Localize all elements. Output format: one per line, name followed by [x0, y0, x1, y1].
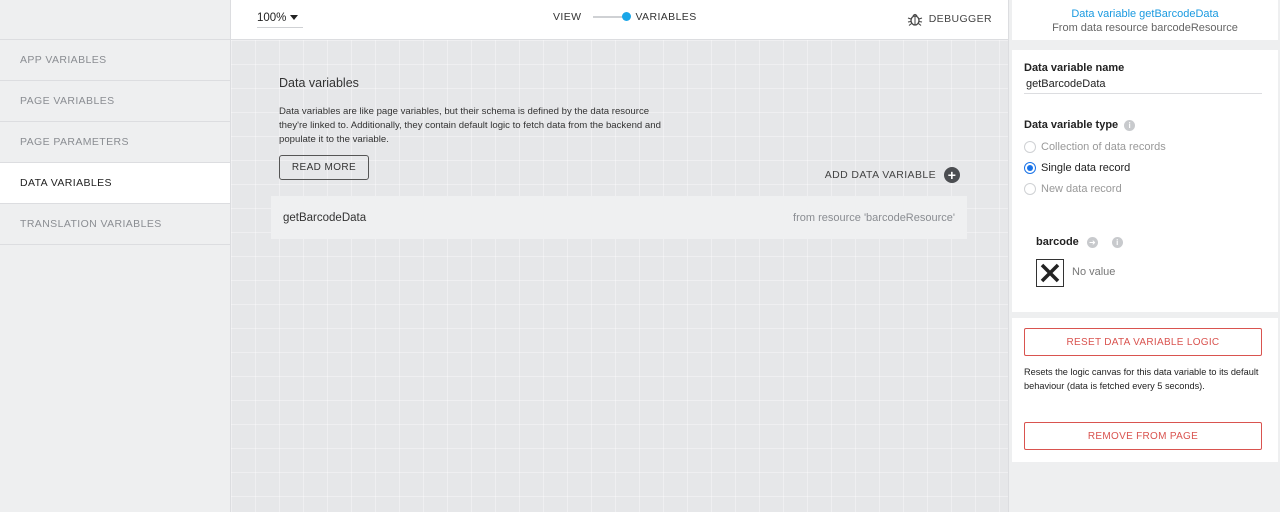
radio-label: Single data record — [1041, 162, 1131, 174]
toggle-label-variables[interactable]: VARIABLES — [635, 11, 696, 23]
sidebar-item-page-variables[interactable]: PAGE VARIABLES — [0, 81, 230, 122]
panel-header: Data variable getBarcodeData From data r… — [1012, 0, 1278, 40]
variable-settings-card: Data variable name Data variable type i … — [1012, 50, 1278, 312]
panel-title: Data variable getBarcodeData — [1071, 8, 1219, 20]
caret-down-icon — [290, 15, 299, 20]
radio-label: New data record — [1041, 183, 1122, 195]
toggle-knob — [622, 12, 632, 21]
info-icon[interactable]: i — [1124, 119, 1136, 131]
sidebar-item-app-variables[interactable]: APP VARIABLES — [0, 40, 230, 81]
data-variable-source: from resource 'barcodeResource' — [793, 211, 955, 224]
main-canvas: Data variables Data variables are like p… — [231, 40, 1008, 512]
zoom-select[interactable]: 100% — [257, 12, 303, 28]
radio-button[interactable] — [1024, 162, 1036, 174]
sidebar-item-data-variables[interactable]: DATA VARIABLES — [0, 163, 230, 204]
section-heading: Data variables — [279, 76, 359, 90]
debugger-label: DEBUGGER — [928, 13, 992, 25]
radio-single-data-record[interactable]: Single data record — [1024, 162, 1130, 174]
read-more-button[interactable]: READ MORE — [279, 155, 369, 180]
variables-sidebar: APP VARIABLES PAGE VARIABLES PAGE PARAME… — [0, 0, 231, 512]
plus-icon: + — [944, 167, 960, 183]
info-icon[interactable]: i — [1111, 236, 1123, 248]
data-variable-name: getBarcodeData — [283, 211, 367, 224]
radio-new-data-record[interactable]: New data record — [1024, 183, 1122, 195]
bug-icon — [907, 13, 922, 26]
variable-actions-card: RESET DATA VARIABLE LOGIC Resets the log… — [1012, 318, 1278, 462]
properties-panel: Data variable getBarcodeData From data r… — [1008, 0, 1280, 512]
close-icon — [1040, 263, 1060, 283]
variable-name-input[interactable] — [1024, 76, 1262, 94]
variable-type-label-row: Data variable type i — [1024, 119, 1136, 131]
top-bar: 100% VIEW VARIABLES DEBUGGER — [231, 0, 1008, 40]
debugger-button[interactable]: DEBUGGER — [907, 12, 992, 26]
clear-value-button[interactable] — [1036, 259, 1064, 287]
toggle-switch[interactable] — [593, 12, 632, 21]
data-variable-row[interactable]: getBarcodeData from resource 'barcodeRes… — [271, 196, 967, 239]
reset-logic-button[interactable]: RESET DATA VARIABLE LOGIC — [1024, 328, 1262, 356]
arrow-right-icon[interactable]: ➜ — [1086, 236, 1098, 248]
variable-name-label: Data variable name — [1024, 62, 1125, 74]
radio-collection-of-data-records[interactable]: Collection of data records — [1024, 141, 1166, 153]
reset-description: Resets the logic canvas for this data va… — [1024, 367, 1259, 391]
radio-button[interactable] — [1024, 141, 1036, 153]
sidebar-item-page-parameters[interactable]: PAGE PARAMETERS — [0, 122, 230, 163]
view-variables-toggle[interactable]: VIEW VARIABLES — [553, 11, 697, 23]
add-data-variable-label: ADD DATA VARIABLE — [824, 169, 936, 181]
barcode-field-label-row: barcode ➜ i — [1036, 236, 1123, 248]
remove-from-page-button[interactable]: REMOVE FROM PAGE — [1024, 422, 1262, 450]
radio-label: Collection of data records — [1041, 141, 1166, 153]
add-data-variable-button[interactable]: ADD DATA VARIABLE + — [825, 167, 960, 183]
variable-type-label: Data variable type — [1024, 119, 1119, 131]
barcode-field-label: barcode — [1036, 236, 1079, 248]
section-description: Data variables are like page variables, … — [279, 106, 661, 145]
toggle-label-view[interactable]: VIEW — [553, 11, 581, 23]
sidebar-top-spacer — [0, 0, 230, 40]
panel-subtitle: From data resource barcodeResource — [1052, 22, 1238, 34]
zoom-value: 100% — [257, 12, 287, 24]
field-value-text: No value — [1072, 266, 1116, 278]
radio-button[interactable] — [1024, 183, 1036, 195]
sidebar-item-translation-variables[interactable]: TRANSLATION VARIABLES — [0, 204, 230, 245]
